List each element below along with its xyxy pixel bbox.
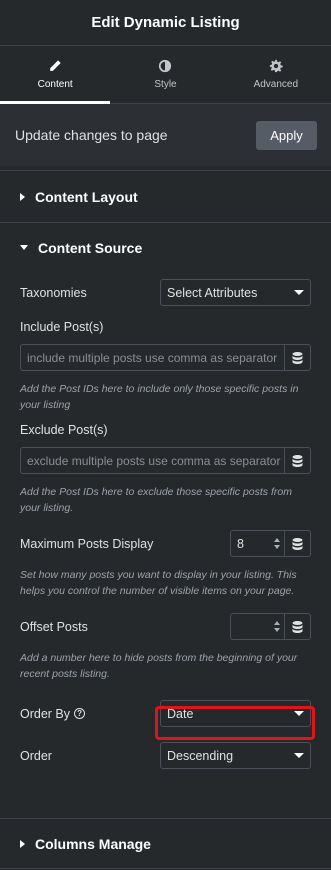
- tab-style-label: Style: [154, 79, 177, 90]
- dynamic-tags-button[interactable]: [284, 344, 311, 371]
- section-content-source-title: Content Source: [38, 239, 143, 256]
- pencil-icon: [50, 60, 61, 71]
- tab-bar: Content Style Advanced: [0, 46, 331, 104]
- order-select[interactable]: Descending: [160, 742, 311, 769]
- order-by-highlight: [155, 706, 315, 740]
- exclude-help: Add the Post IDs here to exclude those s…: [20, 486, 292, 514]
- help-icon[interactable]: ?: [74, 708, 86, 719]
- tab-advanced-label: Advanced: [253, 79, 299, 90]
- include-input-group: include multiple posts use comma as sepa…: [20, 344, 311, 371]
- caret-right-icon: [20, 839, 25, 848]
- tab-content-label: Content: [37, 79, 73, 90]
- panel-header: Edit Dynamic Listing: [0, 0, 331, 46]
- dynamic-tags-button[interactable]: [284, 613, 311, 640]
- include-label: Include Post(s): [20, 320, 104, 334]
- update-bar: Update changes to page Apply: [0, 104, 331, 166]
- taxonomies-select[interactable]: Select Attributes: [160, 279, 311, 306]
- database-icon: [292, 537, 303, 550]
- offset-row: Offset Posts: [20, 613, 311, 640]
- order-value: Descending: [167, 748, 234, 763]
- panel-title: Edit Dynamic Listing: [91, 14, 240, 31]
- include-help: Add the Post IDs here to include only th…: [20, 383, 299, 411]
- section-content-layout[interactable]: Content Layout: [0, 170, 331, 222]
- offset-label: Offset Posts: [20, 619, 88, 634]
- contrast-icon: [159, 59, 172, 73]
- update-text: Update changes to page: [15, 127, 168, 143]
- max-posts-input[interactable]: 8: [230, 530, 284, 557]
- offset-help: Add a number here to hide posts from the…: [20, 652, 298, 680]
- max-posts-help: Set how many posts you want to display i…: [20, 569, 297, 597]
- include-input[interactable]: include multiple posts use comma as sepa…: [20, 344, 284, 371]
- order-by-label: Order By: [20, 706, 71, 721]
- section-content-source[interactable]: Content Source: [0, 222, 331, 272]
- max-posts-value: 8: [237, 536, 244, 551]
- order-label: Order: [20, 748, 52, 763]
- database-icon: [292, 454, 303, 467]
- section-content-layout-title: Content Layout: [35, 188, 138, 205]
- max-posts-label: Maximum Posts Display: [20, 536, 154, 551]
- tab-advanced[interactable]: Advanced: [221, 46, 331, 103]
- taxonomies-label: Taxonomies: [20, 285, 87, 300]
- apply-button[interactable]: Apply: [256, 120, 317, 150]
- tab-content[interactable]: Content: [0, 46, 111, 104]
- section-columns-manage[interactable]: Columns Manage: [0, 818, 331, 869]
- dynamic-tags-button[interactable]: [284, 530, 311, 557]
- tab-style[interactable]: Style: [110, 46, 220, 103]
- stepper-icon[interactable]: [274, 621, 280, 632]
- offset-input[interactable]: [230, 613, 284, 640]
- taxonomies-row: Taxonomies Select Attributes: [20, 279, 311, 306]
- section-columns-manage-title: Columns Manage: [35, 835, 151, 852]
- order-row: Order Descending: [20, 742, 311, 769]
- chevron-down-icon: [294, 290, 304, 295]
- dynamic-tags-button[interactable]: [284, 447, 311, 474]
- max-posts-row: Maximum Posts Display 8: [20, 530, 311, 557]
- exclude-input-group: exclude multiple posts use comma as sepa…: [20, 447, 311, 474]
- gear-icon: [269, 59, 283, 73]
- exclude-input[interactable]: exclude multiple posts use comma as sepa…: [20, 447, 284, 474]
- database-icon: [292, 620, 303, 633]
- caret-right-icon: [20, 192, 25, 201]
- caret-down-icon: [20, 245, 28, 250]
- database-icon: [292, 351, 303, 364]
- taxonomies-value: Select Attributes: [167, 285, 258, 300]
- offset-group: [230, 613, 311, 640]
- max-posts-group: 8: [230, 530, 311, 557]
- chevron-down-icon: [294, 753, 304, 758]
- order-by-label-wrap: Order By ?: [20, 706, 86, 721]
- stepper-icon[interactable]: [274, 538, 280, 549]
- exclude-label: Exclude Post(s): [20, 423, 108, 437]
